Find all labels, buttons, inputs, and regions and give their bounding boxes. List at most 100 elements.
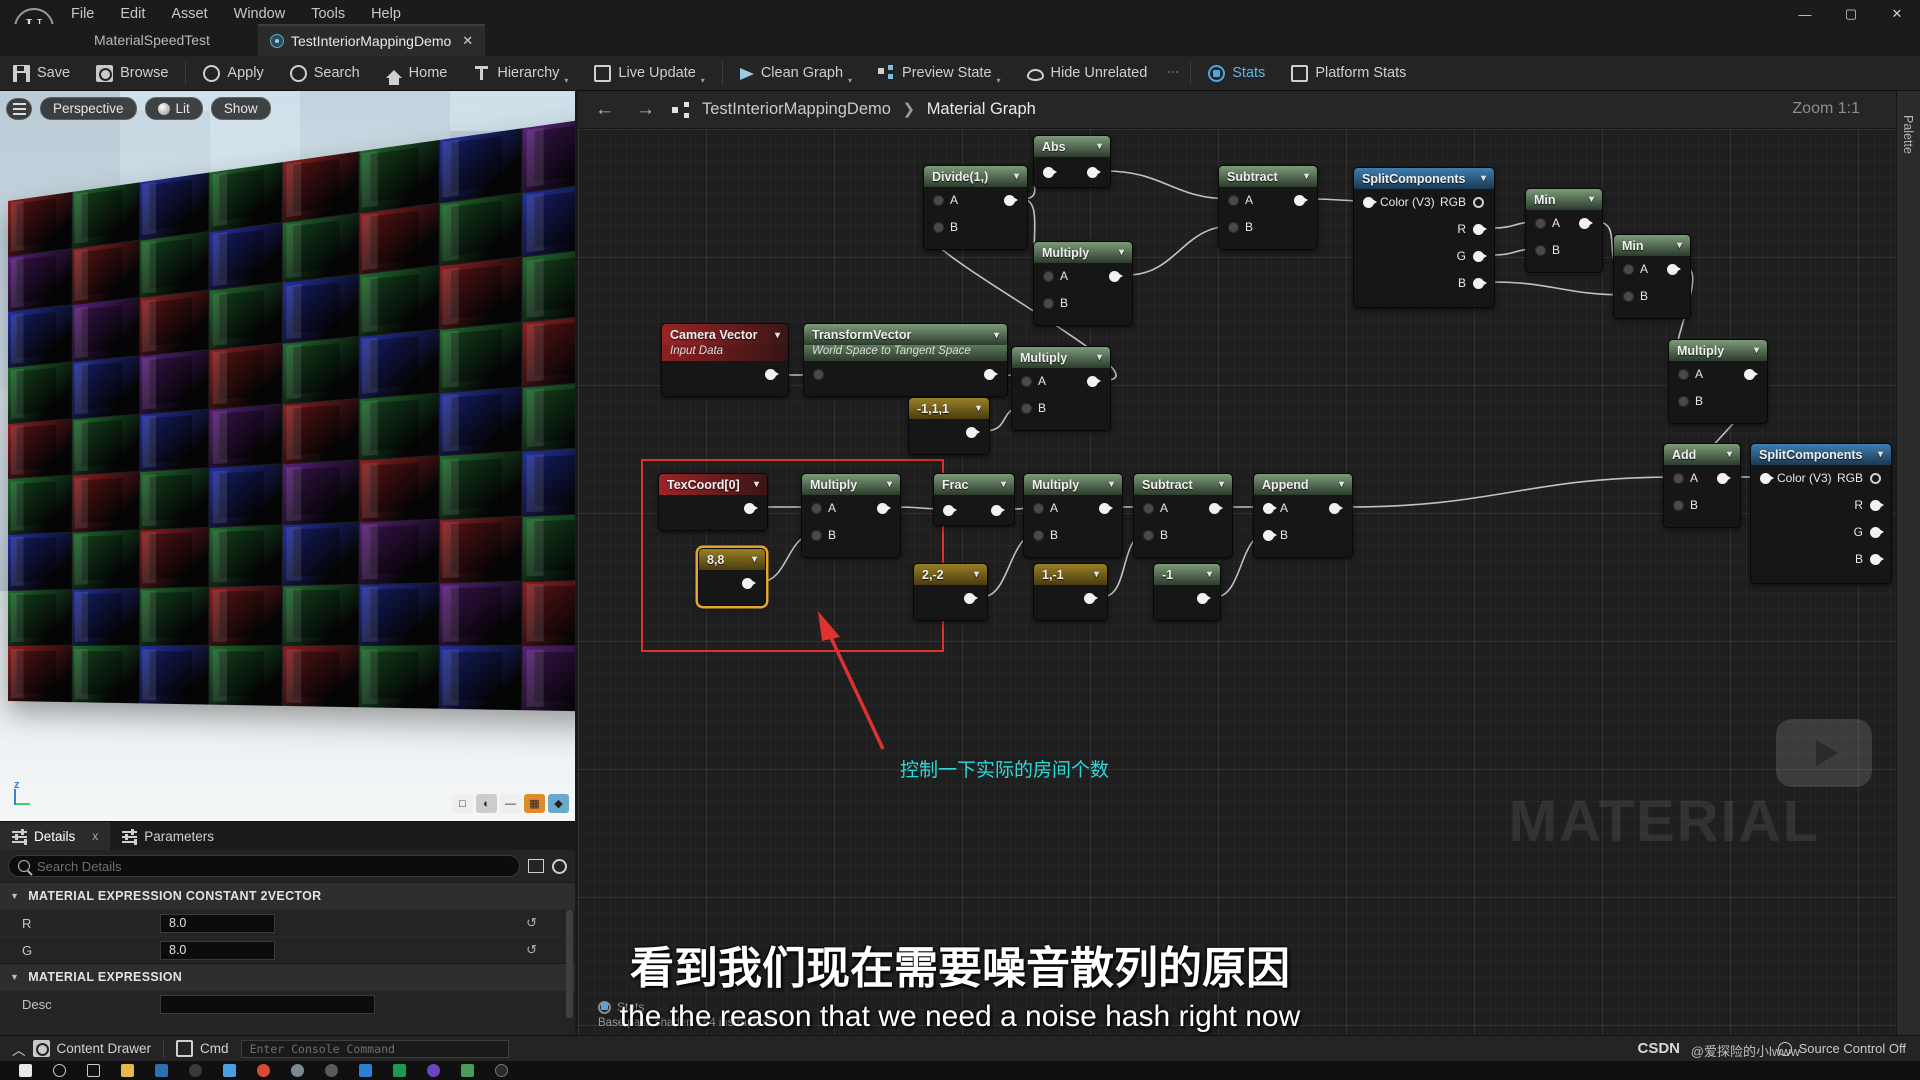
node-input-pin[interactable] [1033,530,1044,541]
reset-icon[interactable]: ↺ [526,915,537,931]
node-output-pin[interactable] [1294,195,1308,206]
tab-close-icon[interactable]: ✕ [462,33,473,49]
node-input-pin[interactable] [1263,503,1277,514]
back-button[interactable]: ← [590,99,619,121]
tab-test-interior-mapping-demo[interactable]: TestInteriorMappingDemo ✕ [258,24,486,56]
taskbar-app-icon[interactable] [144,1061,178,1080]
node-input-pin[interactable] [1535,245,1546,256]
chevron-down-icon[interactable]: ▾ [1014,171,1019,182]
taskbar-excel-icon[interactable] [382,1061,416,1080]
node-output-pin[interactable] [744,503,758,514]
taskbar-search-icon[interactable] [42,1061,76,1080]
material-preview-viewport[interactable]: Perspective Lit Show □ ◐ — ▦ ◆ z [0,91,575,821]
search-details-input[interactable]: Search Details [8,855,520,877]
node-output-pin[interactable] [1209,503,1223,514]
node-output-pin[interactable] [1473,251,1487,262]
node-output-pin[interactable] [1087,167,1101,178]
node-output-pin[interactable] [1717,473,1731,484]
chevron-down-icon[interactable]: ▾ [1207,569,1212,580]
cmd-button[interactable]: Cmd [164,1036,241,1062]
hide-unrelated-overflow-icon[interactable]: ⋮ [1160,66,1186,80]
tab-material-speed-test[interactable]: MaterialSpeedTest [82,24,222,56]
node-input-pin[interactable] [1043,167,1057,178]
node-input-pin[interactable] [933,195,944,206]
node-input-pin[interactable] [1043,271,1054,282]
graph-node-texcoord[interactable]: TexCoord[0] ▾ [658,473,768,531]
details-tab-close-icon[interactable]: x [92,829,98,843]
node-input-pin[interactable] [1678,396,1689,407]
chevron-down-icon[interactable]: ▾ [1109,479,1114,490]
graph-node-transform[interactable]: TransformVector ▾ World Space to Tangent S… [803,323,1008,397]
stats-button[interactable]: Stats [1195,56,1278,91]
viewport-button-4[interactable]: ◆ [548,794,569,813]
chevron-down-icon[interactable]: ▾ [1097,352,1102,363]
save-button[interactable]: Save [0,56,83,91]
viewport-show-menu[interactable]: Show [210,97,271,120]
chevron-down-icon[interactable]: ▾ [994,330,999,341]
chevron-down-icon[interactable]: ▾ [1094,569,1099,580]
graph-node-camvec[interactable]: Camera Vector ▾ Input Data [661,323,789,397]
node-output-pin[interactable] [1870,500,1884,511]
chevron-down-icon[interactable]: ▾ [1878,449,1883,460]
material-graph-canvas[interactable]: 控制一下实际的房间个数 MATERIAL Abs ▾ Divide(1,) ▾ A B Mu… [578,129,1920,1035]
node-output-pin[interactable] [1667,264,1681,275]
taskbar-unreal-icon[interactable] [178,1061,212,1080]
graph-node-multiply5[interactable]: Multiply ▾ A B [1023,473,1123,558]
chevron-down-icon[interactable]: ▾ [701,76,705,85]
node-input-pin[interactable] [1760,473,1774,484]
node-output-pin[interactable] [1004,195,1018,206]
chevron-down-icon[interactable]: ▾ [976,403,981,414]
chevron-down-icon[interactable]: ▾ [1727,449,1732,460]
chevron-down-icon[interactable]: ▼ [10,972,19,982]
node-input-pin[interactable] [933,222,944,233]
node-output-pin[interactable] [877,503,891,514]
tab-parameters[interactable]: Parameters [110,822,226,850]
chevron-down-icon[interactable]: ▾ [1589,194,1594,205]
taskbar-check-icon[interactable] [212,1061,246,1080]
node-output-pin[interactable] [1109,271,1123,282]
node-output-pin[interactable] [1870,473,1881,484]
viewport-view-mode[interactable]: Lit [144,97,203,120]
node-input-pin[interactable] [1535,218,1546,229]
node-input-pin[interactable] [1021,403,1032,414]
taskbar-app5-icon[interactable] [416,1061,450,1080]
gear-icon[interactable] [552,858,567,874]
node-input-pin[interactable] [1623,291,1634,302]
taskbar-app3-icon[interactable] [314,1061,348,1080]
graph-node-subtract2[interactable]: Subtract ▾ A B [1133,473,1233,558]
graph-node-frac[interactable]: Frac ▾ [933,473,1015,526]
node-output-pin[interactable] [991,505,1005,516]
chevron-down-icon[interactable]: ▾ [997,76,1001,85]
node-output-pin[interactable] [1087,376,1101,387]
palette-sidebar[interactable]: Palette [1896,91,1920,1035]
section-material-expression[interactable]: ▼ MATERIAL EXPRESSION [0,963,575,990]
node-output-pin[interactable] [1473,278,1487,289]
viewport-menu-icon[interactable] [6,97,32,120]
node-output-pin[interactable] [966,427,980,438]
content-drawer-button[interactable]: ︿ Content Drawer [0,1036,163,1062]
node-output-pin[interactable] [742,578,756,589]
node-output-pin[interactable] [1197,593,1211,604]
node-input-pin[interactable] [1143,503,1154,514]
graph-node-const111[interactable]: -1,1,1 ▾ [908,397,990,455]
chevron-down-icon[interactable]: ▾ [775,330,780,341]
graph-node-multiply4[interactable]: Multiply ▾ A B [1668,339,1768,424]
node-input-pin[interactable] [1678,369,1689,380]
node-input-pin[interactable] [1143,530,1154,541]
graph-node-split2[interactable]: SplitComponents ▾ Color (V3) RGB R G B [1750,443,1892,584]
node-input-pin[interactable] [1228,195,1239,206]
node-output-pin[interactable] [984,369,998,380]
g-value-input[interactable]: 8.0 [160,940,275,960]
column-view-icon[interactable] [528,859,544,873]
viewport-button-3[interactable]: ▦ [524,794,545,813]
node-input-pin[interactable] [943,505,957,516]
browse-button[interactable]: Browse [83,56,181,91]
chevron-down-icon[interactable]: ▾ [1481,173,1486,184]
chevron-down-icon[interactable]: ▾ [1304,171,1309,182]
chevron-down-icon[interactable]: ▾ [752,554,757,565]
node-input-pin[interactable] [1021,376,1032,387]
live-update-button[interactable]: Live Update ▾ [581,56,717,91]
graph-node-const88[interactable]: 8,8 ▾ [698,548,766,606]
node-output-pin[interactable] [1099,503,1113,514]
graph-node-multiply1[interactable]: Multiply ▾ A B [1033,241,1133,326]
